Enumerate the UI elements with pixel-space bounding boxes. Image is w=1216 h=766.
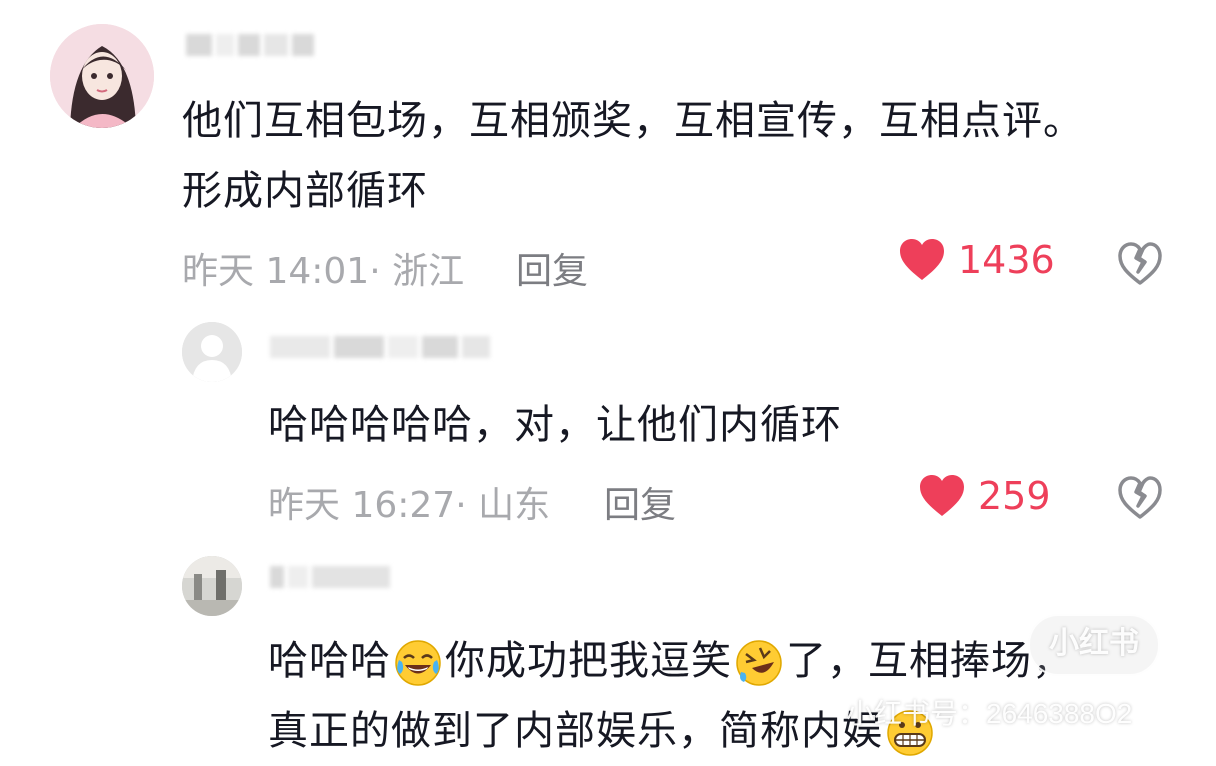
like-button[interactable]: 259 bbox=[918, 474, 1051, 518]
comment-text-segment: 真正的做到了内部娱乐，简称内娱 bbox=[268, 708, 883, 754]
like-count: 259 bbox=[978, 474, 1051, 518]
comment-text-line: 形成内部循环 bbox=[182, 168, 428, 214]
comment-meta: 昨天 16:27· 山东 bbox=[268, 485, 551, 526]
comment-text-line: 他们互相包场，互相颁奖，互相宣传，互相点评。 bbox=[182, 98, 1084, 144]
comment-text-segment: 你成功把我逗笑 bbox=[445, 638, 732, 684]
rolling-on-floor-laughing-emoji-icon bbox=[736, 640, 782, 686]
like-count: 1436 bbox=[958, 238, 1055, 282]
like-button[interactable]: 1436 bbox=[898, 238, 1055, 282]
watermark-id: 小红书号：2646388O2 bbox=[846, 698, 1133, 729]
avatar[interactable] bbox=[50, 24, 154, 128]
dislike-broken-heart-icon[interactable] bbox=[1116, 474, 1164, 522]
heart-filled-icon bbox=[920, 475, 964, 516]
username-blurred[interactable] bbox=[186, 34, 318, 56]
watermark-logo: 小红书 bbox=[1028, 614, 1160, 676]
tears-of-joy-emoji-icon bbox=[395, 640, 441, 686]
reply-button[interactable]: 回复 bbox=[516, 242, 588, 294]
comment-text-line: 哈哈哈哈哈，对，让他们内循环 bbox=[268, 402, 842, 448]
heart-filled-icon bbox=[900, 239, 944, 280]
avatar[interactable] bbox=[182, 556, 242, 616]
comment-text: 哈哈哈哈哈，对，让他们内循环 bbox=[268, 390, 842, 460]
default-user-icon bbox=[182, 322, 242, 382]
dislike-broken-heart-icon[interactable] bbox=[1116, 240, 1164, 288]
avatar-illustration bbox=[50, 24, 154, 128]
watermark-logo-text: 小红书 bbox=[1049, 627, 1139, 660]
username-blurred[interactable] bbox=[270, 566, 394, 588]
username-blurred[interactable] bbox=[270, 336, 494, 358]
comment-text-line: 哈哈哈 你成功把我逗笑 了，互相捧场， bbox=[268, 626, 1073, 696]
comment-meta: 昨天 14:01· 浙江 bbox=[182, 251, 465, 292]
comment-text: 他们互相包场，互相颁奖，互相宣传，互相点评。 形成内部循环 bbox=[182, 86, 1084, 226]
avatar-default[interactable] bbox=[182, 322, 242, 382]
avatar-photo bbox=[182, 556, 242, 616]
reply-button[interactable]: 回复 bbox=[604, 476, 676, 528]
comment-text-segment: 哈哈哈 bbox=[268, 638, 391, 684]
